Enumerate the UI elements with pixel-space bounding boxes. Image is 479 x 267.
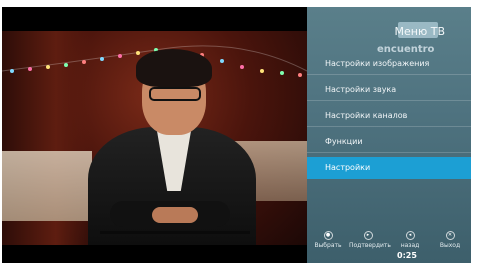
video-frame: [2, 31, 307, 245]
background-table: [2, 151, 92, 221]
menu-item-sound-settings[interactable]: Настройки звука: [307, 79, 471, 101]
back-label: назад: [400, 242, 420, 249]
menu-item-functions[interactable]: Функции: [307, 131, 471, 153]
back-icon: ◂: [405, 231, 415, 240]
countdown-timer: 0:25: [397, 251, 417, 260]
person-hair: [136, 49, 212, 87]
menu-list: Настройки изображения Настройки звука На…: [307, 53, 471, 183]
confirm-control[interactable]: ▸ Подтвердить: [349, 231, 391, 249]
tv-menu-panel: Меню ТВ encuentro Настройки изображения …: [307, 7, 471, 263]
select-control[interactable]: ● Выбрать: [309, 231, 347, 249]
menu-title: Меню ТВ: [394, 25, 445, 38]
confirm-label: Подтвердить: [349, 242, 391, 249]
back-control[interactable]: ◂ назад: [391, 231, 429, 249]
enter-icon: ▸: [363, 231, 373, 240]
remote-controls-hint: ● Выбрать ▸ Подтвердить ◂ назад ✕ Выход: [307, 231, 471, 261]
person-hands: [152, 207, 198, 223]
exit-icon: ✕: [445, 231, 455, 240]
exit-label: Выход: [439, 242, 461, 249]
menu-item-picture-settings[interactable]: Настройки изображения: [307, 53, 471, 75]
ok-icon: ●: [323, 231, 333, 240]
person-glasses: [149, 87, 201, 101]
menu-item-settings[interactable]: Настройки: [307, 157, 471, 179]
exit-control[interactable]: ✕ Выход: [431, 231, 469, 249]
chair-back: [100, 231, 250, 245]
tv-screen: Меню ТВ encuentro Настройки изображения …: [2, 7, 471, 263]
select-label: Выбрать: [314, 242, 342, 249]
menu-item-channel-settings[interactable]: Настройки каналов: [307, 105, 471, 127]
